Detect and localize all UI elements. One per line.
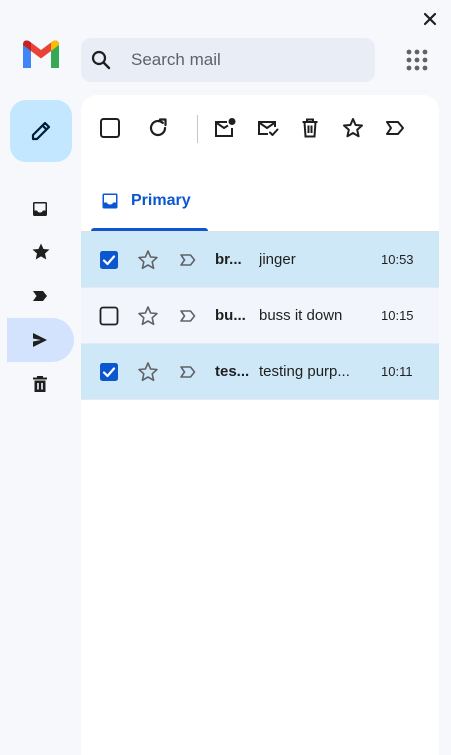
gmail-logo (20, 36, 62, 70)
sidebar-item-trash[interactable] (7, 362, 74, 406)
checked-checkbox-icon[interactable] (99, 362, 119, 382)
main-panel: Primary br... jinger 10:53 bu... buss it… (81, 95, 439, 755)
star-outline-icon[interactable] (137, 305, 159, 327)
star-button[interactable] (338, 113, 368, 143)
tab-primary[interactable]: Primary (91, 171, 208, 231)
email-list: br... jinger 10:53 bu... buss it down 10… (81, 232, 439, 400)
star-outline-icon (343, 118, 363, 138)
toolbar (81, 113, 439, 143)
mark-unread-button[interactable] (210, 113, 240, 143)
refresh-button[interactable] (143, 113, 173, 143)
close-button[interactable] (420, 8, 440, 30)
table-row[interactable]: br... jinger 10:53 (81, 232, 439, 288)
mark-read-icon (258, 121, 279, 136)
email-subject: buss it down (259, 307, 343, 324)
sidebar-item-important[interactable] (7, 274, 74, 318)
refresh-icon (149, 118, 167, 137)
email-time: 10:11 (381, 364, 413, 379)
star-outline-icon[interactable] (137, 361, 159, 383)
delete-button[interactable] (295, 113, 325, 143)
email-sender: bu... (215, 307, 246, 324)
star-icon (32, 243, 50, 260)
inbox-icon (102, 193, 118, 209)
select-all-checkbox[interactable] (95, 113, 125, 143)
apps-button[interactable] (402, 45, 432, 75)
tab-primary-label: Primary (131, 192, 191, 209)
star-outline-icon[interactable] (137, 249, 159, 271)
important-icon[interactable] (179, 363, 197, 381)
checkbox-icon (100, 118, 120, 138)
compose-button[interactable] (10, 100, 72, 162)
pencil-icon (31, 121, 51, 141)
search-bar[interactable] (81, 38, 375, 82)
email-sender: br... (215, 251, 242, 268)
email-sender: tes... (215, 363, 250, 380)
trash-icon (33, 376, 47, 392)
email-time: 10:53 (381, 252, 414, 267)
important-icon[interactable] (179, 307, 197, 325)
search-input[interactable] (131, 50, 351, 70)
apps-grid-icon (406, 49, 428, 71)
mark-read-button[interactable] (253, 113, 283, 143)
inbox-icon (33, 202, 47, 216)
table-row[interactable]: tes... testing purp... 10:11 (81, 344, 439, 400)
important-icon[interactable] (179, 251, 197, 269)
email-subject: jinger (259, 251, 296, 268)
send-icon (33, 333, 47, 347)
sidebar-item-starred[interactable] (7, 230, 74, 274)
checkbox-icon[interactable] (99, 306, 119, 326)
label-outline-icon (386, 121, 404, 135)
sidebar-item-inbox[interactable] (7, 187, 74, 231)
email-subject: testing purp... (259, 363, 350, 380)
mark-unread-icon (215, 118, 236, 137)
close-icon (423, 12, 437, 26)
delete-icon (302, 118, 318, 138)
toolbar-divider (197, 115, 198, 143)
table-row[interactable]: bu... buss it down 10:15 (81, 288, 439, 344)
label-icon (33, 291, 47, 301)
checked-checkbox-icon[interactable] (99, 250, 119, 270)
search-icon[interactable] (91, 50, 111, 70)
label-button[interactable] (380, 113, 410, 143)
sidebar-item-sent[interactable] (7, 318, 74, 362)
email-time: 10:15 (381, 308, 414, 323)
